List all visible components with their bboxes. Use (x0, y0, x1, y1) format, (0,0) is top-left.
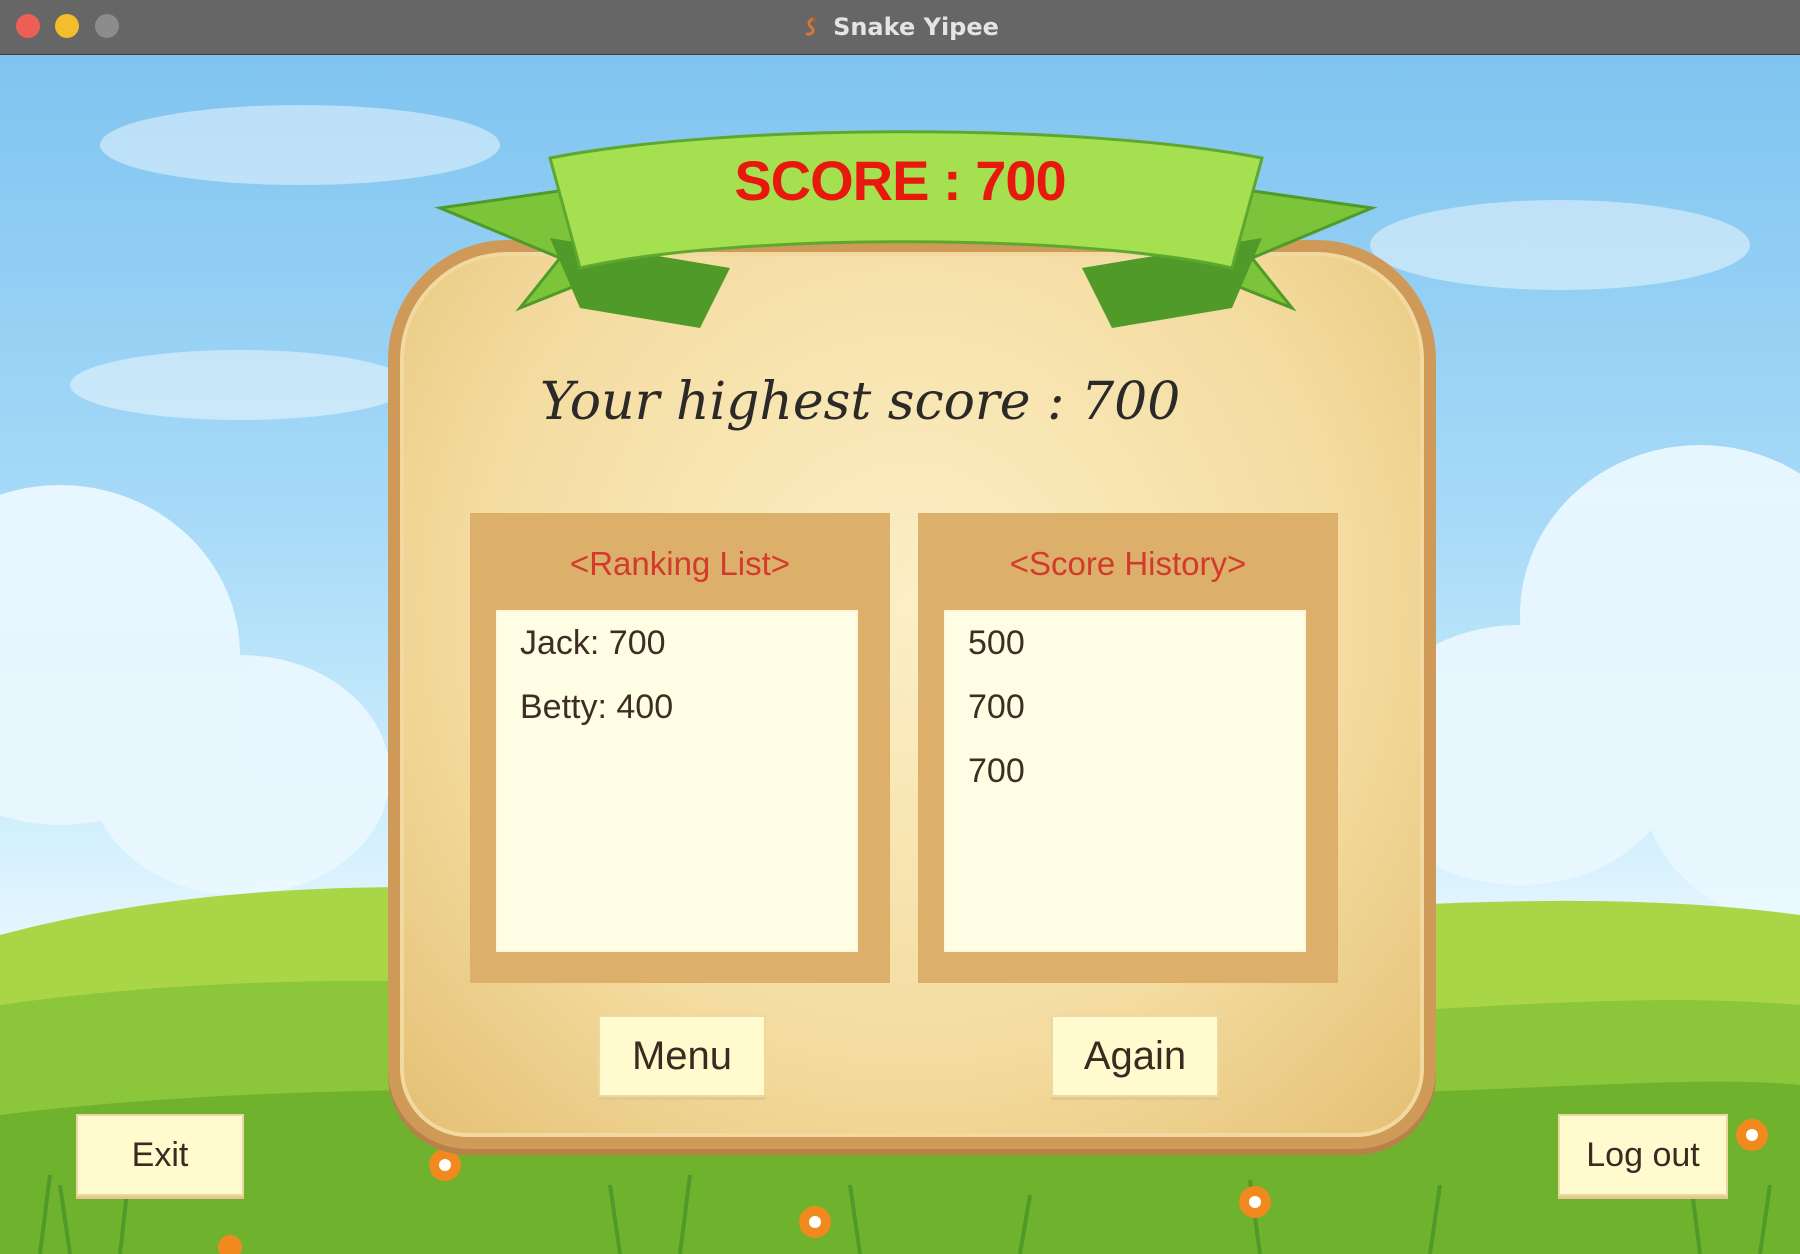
exit-button[interactable]: Exit (76, 1114, 244, 1196)
score-banner: SCORE : 700 (734, 149, 1066, 212)
logout-button[interactable]: Log out (1558, 1114, 1728, 1196)
history-item[interactable]: 700 (968, 688, 1282, 752)
history-heading: <Score History> (1009, 545, 1247, 582)
ranking-item[interactable]: Jack: 700 (520, 624, 834, 688)
history-item[interactable]: 700 (968, 752, 1282, 816)
menu-button[interactable]: Menu (598, 1015, 766, 1097)
history-list[interactable]: 500 700 700 (944, 610, 1306, 952)
title-group: Snake Yipee (0, 0, 1800, 54)
ranking-item[interactable]: Betty: 400 (520, 688, 834, 752)
again-button[interactable]: Again (1051, 1015, 1219, 1097)
highest-score-text: Your highest score : 700 (540, 372, 1181, 432)
ranking-list[interactable]: Jack: 700 Betty: 400 (496, 610, 858, 952)
snake-icon (805, 17, 818, 36)
ranking-panel: <Ranking List> Jack: 700 Betty: 400 (470, 513, 890, 983)
history-item[interactable]: 500 (968, 624, 1282, 688)
history-panel: <Score History> 500 700 700 (918, 513, 1338, 983)
title-bar: Snake Yipee (0, 0, 1800, 55)
ranking-heading: <Ranking List> (569, 545, 791, 582)
game-window: Snake Yipee SCORE: 700 Your highest sco… (0, 0, 1800, 1254)
window-title: Snake Yipee (833, 13, 999, 41)
